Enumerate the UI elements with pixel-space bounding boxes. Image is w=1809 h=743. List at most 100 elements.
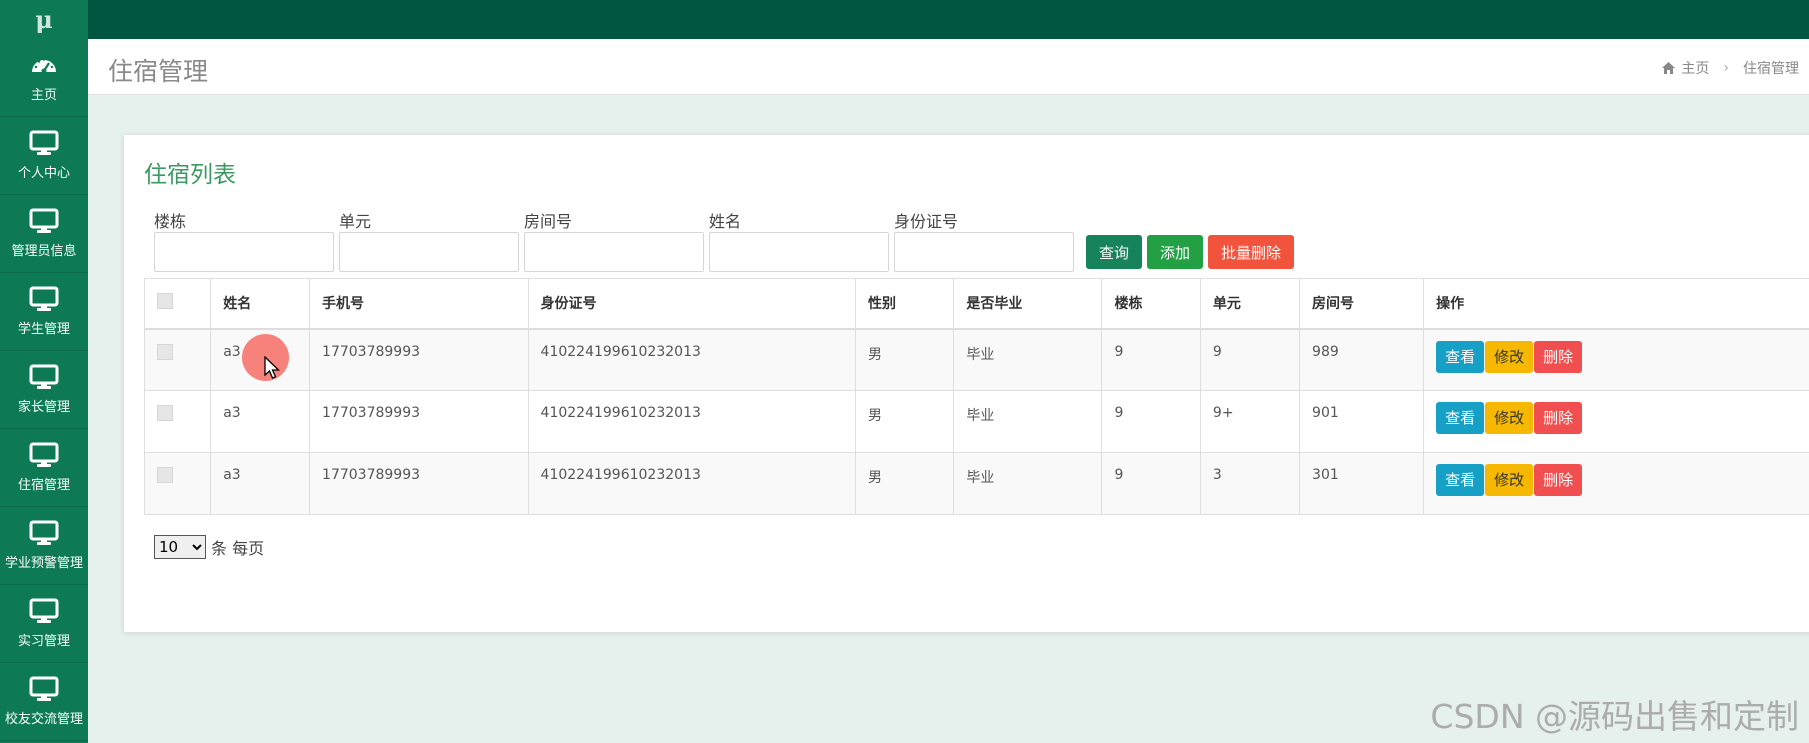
edit-button[interactable]: 修改 — [1485, 464, 1534, 496]
delete-button[interactable]: 删除 — [1534, 464, 1583, 496]
app-logo: μ — [35, 5, 53, 34]
sidebar-item-parent-management[interactable]: 家长管理 — [0, 351, 88, 429]
cell-actions: 查看 修改 删除 — [1423, 452, 1809, 515]
breadcrumb-home-link[interactable]: 主页 — [1681, 58, 1709, 78]
query-button[interactable]: 查询 — [1086, 235, 1143, 269]
room-number-input[interactable] — [524, 232, 704, 272]
breadcrumb: 主页 › 住宿管理 — [1662, 58, 1799, 78]
sidebar-item-academic-warning[interactable]: 学业预警管理 — [0, 507, 88, 585]
add-button[interactable]: 添加 — [1147, 235, 1204, 269]
row-checkbox[interactable] — [157, 343, 173, 360]
column-header[interactable]: 身份证号 — [527, 278, 856, 330]
page-size-label: 条 每页 — [211, 539, 265, 558]
cell-phone: 17703789993 — [309, 390, 529, 453]
select-all-checkbox[interactable] — [157, 293, 173, 310]
sidebar-item-home[interactable]: 主页 — [0, 39, 88, 117]
unit-input[interactable] — [339, 232, 519, 272]
mouse-cursor-icon — [264, 356, 281, 379]
column-header[interactable]: 性别 — [854, 278, 955, 330]
watermark: CSDN @源码出售和定制 — [1430, 697, 1799, 736]
cell-room: 301 — [1299, 452, 1425, 515]
table-row: a3 17703789993 410224199610232013 男 毕业 9… — [143, 452, 1809, 515]
sidebar-item-label: 学业预警管理 — [4, 556, 83, 571]
cell-unit: 9+ — [1199, 390, 1301, 453]
cell-gender: 男 — [854, 452, 955, 515]
dorm-table: 姓名 手机号 身份证号 性别 是否毕业 楼栋 单元 房间号 操作 a3 1770… — [143, 278, 1809, 515]
pagination: 10 条 每页 — [154, 535, 264, 559]
cell-phone: 17703789993 — [309, 452, 529, 515]
content-panel: 住宿列表 楼栋 单元 房间号 姓名 身份证号 查询 添加 批量删除 姓名 手机号… — [124, 135, 1809, 632]
cell-graduated: 毕业 — [953, 328, 1103, 391]
batch-delete-button[interactable]: 批量删除 — [1208, 235, 1295, 269]
cell-actions: 查看 修改 删除 — [1423, 328, 1809, 391]
edit-button[interactable]: 修改 — [1485, 402, 1534, 434]
view-button[interactable]: 查看 — [1436, 340, 1485, 373]
cell-unit: 3 — [1199, 452, 1301, 515]
sidebar-item-label: 校友交流管理 — [4, 712, 83, 727]
monitor-icon — [29, 286, 59, 311]
search-field-room: 房间号 — [524, 208, 709, 272]
top-bar — [88, 0, 1809, 39]
monitor-icon — [29, 598, 59, 623]
sidebar-item-label: 管理员信息 — [11, 244, 77, 259]
sidebar: μ 主页 个人中心 管理员信息 学生管理 家长管理 住宿管理 学业预警管理 实习… — [0, 0, 88, 743]
monitor-icon — [29, 676, 59, 701]
column-header[interactable]: 手机号 — [309, 278, 529, 330]
row-select-cell — [143, 328, 212, 391]
sidebar-item-alumni-exchange[interactable]: 校友交流管理 — [0, 663, 88, 741]
sidebar-item-personal-center[interactable]: 个人中心 — [0, 117, 88, 195]
monitor-icon — [29, 364, 59, 389]
sidebar-item-internship[interactable]: 实习管理 — [0, 585, 88, 663]
cell-gender: 男 — [854, 328, 955, 391]
dashboard-icon — [32, 58, 56, 74]
column-header[interactable]: 房间号 — [1299, 278, 1425, 330]
cell-gender: 男 — [854, 390, 955, 453]
building-input[interactable] — [154, 232, 334, 272]
search-field-unit: 单元 — [339, 208, 524, 272]
cell-graduated: 毕业 — [953, 390, 1103, 453]
edit-button[interactable]: 修改 — [1485, 340, 1534, 373]
table-row: a3 17703789993 410224199610232013 男 毕业 9… — [143, 328, 1809, 391]
cell-id-card: 410224199610232013 — [527, 390, 856, 453]
cell-actions: 查看 修改 删除 — [1423, 390, 1809, 453]
sidebar-item-admin-info[interactable]: 管理员信息 — [0, 195, 88, 273]
cell-unit: 9 — [1199, 328, 1301, 391]
sidebar-item-label: 实习管理 — [17, 634, 70, 649]
breadcrumb-current: 住宿管理 — [1743, 61, 1799, 77]
cell-building: 9 — [1101, 328, 1201, 391]
cell-id-card: 410224199610232013 — [527, 452, 856, 515]
column-header[interactable]: 姓名 — [210, 278, 311, 330]
panel-title: 住宿列表 — [144, 162, 236, 188]
page-title: 住宿管理 — [108, 57, 209, 86]
sidebar-item-label: 学生管理 — [17, 322, 70, 337]
field-label: 姓名 — [709, 212, 742, 231]
search-field-name: 姓名 — [709, 208, 894, 272]
row-checkbox[interactable] — [157, 405, 173, 421]
sidebar-item-student-management[interactable]: 学生管理 — [0, 273, 88, 351]
sidebar-item-label: 住宿管理 — [17, 478, 70, 493]
delete-button[interactable]: 删除 — [1534, 402, 1583, 434]
name-input[interactable] — [709, 232, 889, 272]
row-checkbox[interactable] — [157, 467, 173, 483]
column-header: 操作 — [1423, 278, 1809, 330]
cell-id-card: 410224199610232013 — [527, 328, 856, 391]
view-button[interactable]: 查看 — [1436, 464, 1485, 496]
search-field-building: 楼栋 — [154, 208, 339, 272]
id-card-input[interactable] — [894, 232, 1074, 272]
field-label: 房间号 — [524, 212, 573, 231]
cell-building: 9 — [1101, 452, 1201, 515]
sidebar-item-dorm-management[interactable]: 住宿管理 — [0, 429, 88, 507]
row-select-cell — [143, 452, 212, 515]
sidebar-item-label: 个人中心 — [17, 166, 70, 181]
page-size-select[interactable]: 10 — [154, 535, 206, 559]
cell-phone: 17703789993 — [309, 328, 529, 391]
field-label: 楼栋 — [154, 212, 187, 231]
table-row: a3 17703789993 410224199610232013 男 毕业 9… — [143, 390, 1809, 453]
column-header[interactable]: 楼栋 — [1101, 278, 1201, 330]
delete-button[interactable]: 删除 — [1534, 340, 1583, 373]
column-header[interactable]: 单元 — [1199, 278, 1301, 330]
cell-room: 901 — [1299, 390, 1425, 453]
column-header[interactable]: 是否毕业 — [953, 278, 1103, 330]
view-button[interactable]: 查看 — [1436, 402, 1485, 434]
field-label: 身份证号 — [894, 212, 959, 231]
